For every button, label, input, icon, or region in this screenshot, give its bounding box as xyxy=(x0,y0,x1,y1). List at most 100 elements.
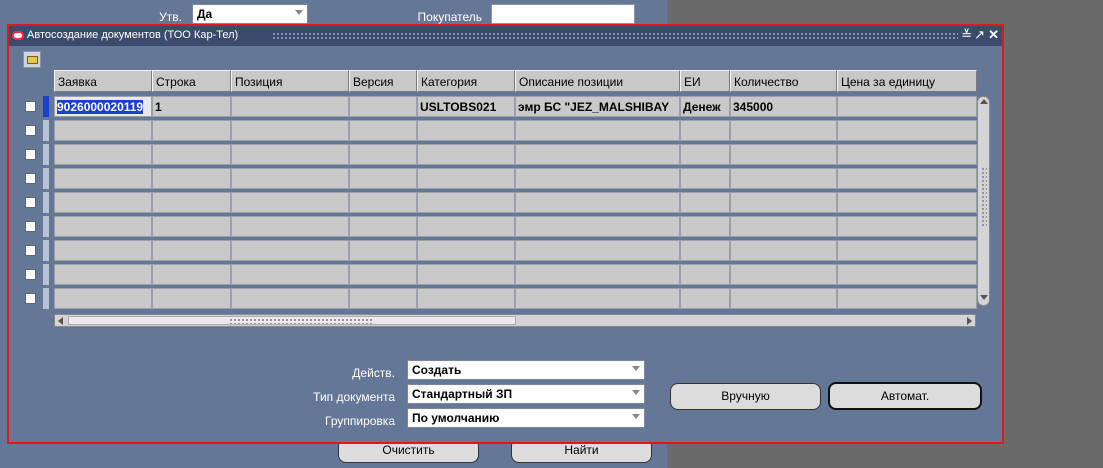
cell-quantity[interactable] xyxy=(730,264,837,285)
row-checkbox[interactable] xyxy=(25,269,36,280)
row-checkbox[interactable] xyxy=(25,221,36,232)
scroll-right-icon[interactable] xyxy=(967,317,972,325)
row-indicator[interactable] xyxy=(43,192,49,213)
cell-requisition[interactable] xyxy=(54,192,152,213)
cell-line[interactable] xyxy=(152,288,231,309)
close-icon[interactable]: ✕ xyxy=(988,28,999,42)
cell-line[interactable] xyxy=(152,192,231,213)
cell-description[interactable] xyxy=(515,192,680,213)
cell-category[interactable] xyxy=(417,216,515,237)
cell-unit-price[interactable] xyxy=(837,192,977,213)
cell-item[interactable] xyxy=(231,264,349,285)
row-indicator[interactable] xyxy=(43,216,49,237)
vertical-scrollbar[interactable] xyxy=(977,96,990,306)
row-checkbox[interactable] xyxy=(25,125,36,136)
cell-uom[interactable]: Денеж xyxy=(680,96,730,117)
cell-quantity[interactable] xyxy=(730,144,837,165)
cell-requisition[interactable] xyxy=(54,168,152,189)
cell-revision[interactable] xyxy=(349,120,417,141)
cell-category[interactable] xyxy=(417,192,515,213)
cell-description[interactable] xyxy=(515,264,680,285)
cell-category[interactable] xyxy=(417,264,515,285)
cell-category[interactable] xyxy=(417,144,515,165)
cell-unit-price[interactable] xyxy=(837,168,977,189)
cell-revision[interactable] xyxy=(349,168,417,189)
action-select[interactable]: Создать xyxy=(407,360,645,380)
cell-description[interactable]: эмр БС "JEZ_MALSHIBAY xyxy=(515,96,680,117)
cell-requisition[interactable]: 9026000020119 xyxy=(54,96,152,117)
cell-revision[interactable] xyxy=(349,264,417,285)
row-indicator[interactable] xyxy=(43,288,49,309)
grouping-select[interactable]: По умолчанию xyxy=(407,408,645,428)
cell-unit-price[interactable] xyxy=(837,264,977,285)
row-indicator[interactable] xyxy=(43,240,49,261)
cell-requisition[interactable] xyxy=(54,288,152,309)
cell-item[interactable] xyxy=(231,120,349,141)
cell-requisition[interactable] xyxy=(54,264,152,285)
row-checkbox[interactable] xyxy=(25,149,36,160)
cell-unit-price[interactable] xyxy=(837,96,977,117)
cell-unit-price[interactable] xyxy=(837,288,977,309)
row-indicator[interactable] xyxy=(43,264,49,285)
cell-line[interactable] xyxy=(152,240,231,261)
cell-line[interactable] xyxy=(152,264,231,285)
cell-description[interactable] xyxy=(515,120,680,141)
cell-revision[interactable] xyxy=(349,96,417,117)
scroll-thumb[interactable] xyxy=(68,316,516,325)
cell-item[interactable] xyxy=(231,168,349,189)
cell-uom[interactable] xyxy=(680,192,730,213)
cell-unit-price[interactable] xyxy=(837,144,977,165)
cell-description[interactable] xyxy=(515,168,680,189)
cell-requisition[interactable] xyxy=(54,240,152,261)
auto-button[interactable]: Автомат. xyxy=(828,382,982,410)
cell-category[interactable]: USLTOBS021 xyxy=(417,96,515,117)
row-indicator[interactable] xyxy=(43,120,49,141)
cell-revision[interactable] xyxy=(349,192,417,213)
approved-select[interactable]: Да xyxy=(192,4,308,24)
maximize-icon[interactable]: ↗ xyxy=(974,28,985,42)
row-checkbox[interactable] xyxy=(25,197,36,208)
dialog-titlebar[interactable]: Автосоздание документов (ТОО Кар-Тел) ≚ … xyxy=(9,26,1002,46)
cell-requisition[interactable] xyxy=(54,120,152,141)
horizontal-scrollbar[interactable] xyxy=(54,314,976,327)
cell-uom[interactable] xyxy=(680,288,730,309)
cell-description[interactable] xyxy=(515,216,680,237)
cell-quantity[interactable]: 345000 xyxy=(730,96,837,117)
cell-requisition[interactable] xyxy=(54,144,152,165)
cell-item[interactable] xyxy=(231,144,349,165)
cell-description[interactable] xyxy=(515,144,680,165)
cell-item[interactable] xyxy=(231,240,349,261)
scroll-left-icon[interactable] xyxy=(58,317,63,325)
row-checkbox[interactable] xyxy=(25,293,36,304)
cell-category[interactable] xyxy=(417,168,515,189)
cell-quantity[interactable] xyxy=(730,216,837,237)
cell-revision[interactable] xyxy=(349,288,417,309)
cell-uom[interactable] xyxy=(680,240,730,261)
cell-quantity[interactable] xyxy=(730,120,837,141)
cell-uom[interactable] xyxy=(680,120,730,141)
cell-uom[interactable] xyxy=(680,264,730,285)
manual-button[interactable]: Вручную xyxy=(670,383,821,410)
cell-line[interactable] xyxy=(152,168,231,189)
row-indicator[interactable] xyxy=(43,96,49,117)
row-checkbox[interactable] xyxy=(25,101,36,112)
cell-item[interactable] xyxy=(231,192,349,213)
buyer-field[interactable] xyxy=(491,4,635,24)
cell-requisition[interactable] xyxy=(54,216,152,237)
row-checkbox[interactable] xyxy=(25,245,36,256)
scroll-down-icon[interactable] xyxy=(980,295,988,300)
cell-uom[interactable] xyxy=(680,168,730,189)
cell-line[interactable] xyxy=(152,120,231,141)
cell-category[interactable] xyxy=(417,288,515,309)
cell-revision[interactable] xyxy=(349,144,417,165)
cell-item[interactable] xyxy=(231,288,349,309)
cell-line[interactable] xyxy=(152,144,231,165)
cell-uom[interactable] xyxy=(680,144,730,165)
row-checkbox[interactable] xyxy=(25,173,36,184)
minimize-icon[interactable]: ≚ xyxy=(961,28,972,42)
cell-unit-price[interactable] xyxy=(837,216,977,237)
cell-line[interactable] xyxy=(152,216,231,237)
cell-item[interactable] xyxy=(231,216,349,237)
cell-category[interactable] xyxy=(417,240,515,261)
cell-uom[interactable] xyxy=(680,216,730,237)
